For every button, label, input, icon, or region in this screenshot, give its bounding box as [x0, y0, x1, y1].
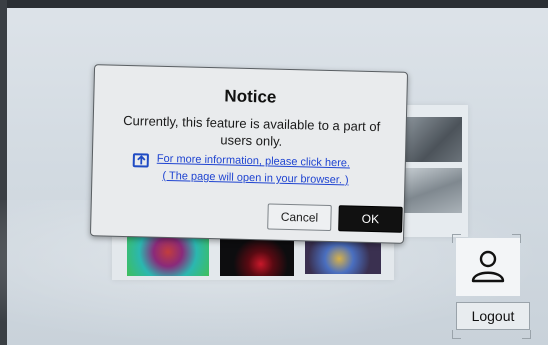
- cancel-button[interactable]: Cancel: [267, 203, 332, 232]
- window-frame-top: [0, 0, 548, 8]
- logout-button[interactable]: Logout: [456, 302, 530, 330]
- game-thumbnail[interactable]: [127, 236, 209, 276]
- user-card[interactable]: [456, 238, 520, 296]
- game-thumbnail[interactable]: [220, 236, 294, 276]
- frame-corner: [522, 330, 531, 339]
- ok-button[interactable]: OK: [338, 205, 403, 233]
- dialog-title: Notice: [224, 86, 277, 107]
- more-info-link-row[interactable]: For more information, please click here.…: [132, 152, 393, 194]
- dialog-message: Currently, this feature is available to …: [123, 112, 381, 149]
- background-thumbnail[interactable]: [404, 117, 462, 162]
- external-link-icon: [132, 153, 149, 168]
- browser-note-link[interactable]: ( The page will open in your browser. ): [162, 170, 349, 187]
- background-thumbnail[interactable]: [404, 168, 462, 213]
- more-info-link[interactable]: For more information, please click here.: [157, 153, 350, 170]
- frame-corner: [452, 330, 461, 339]
- notice-dialog: Notice Currently, this feature is availa…: [89, 64, 409, 244]
